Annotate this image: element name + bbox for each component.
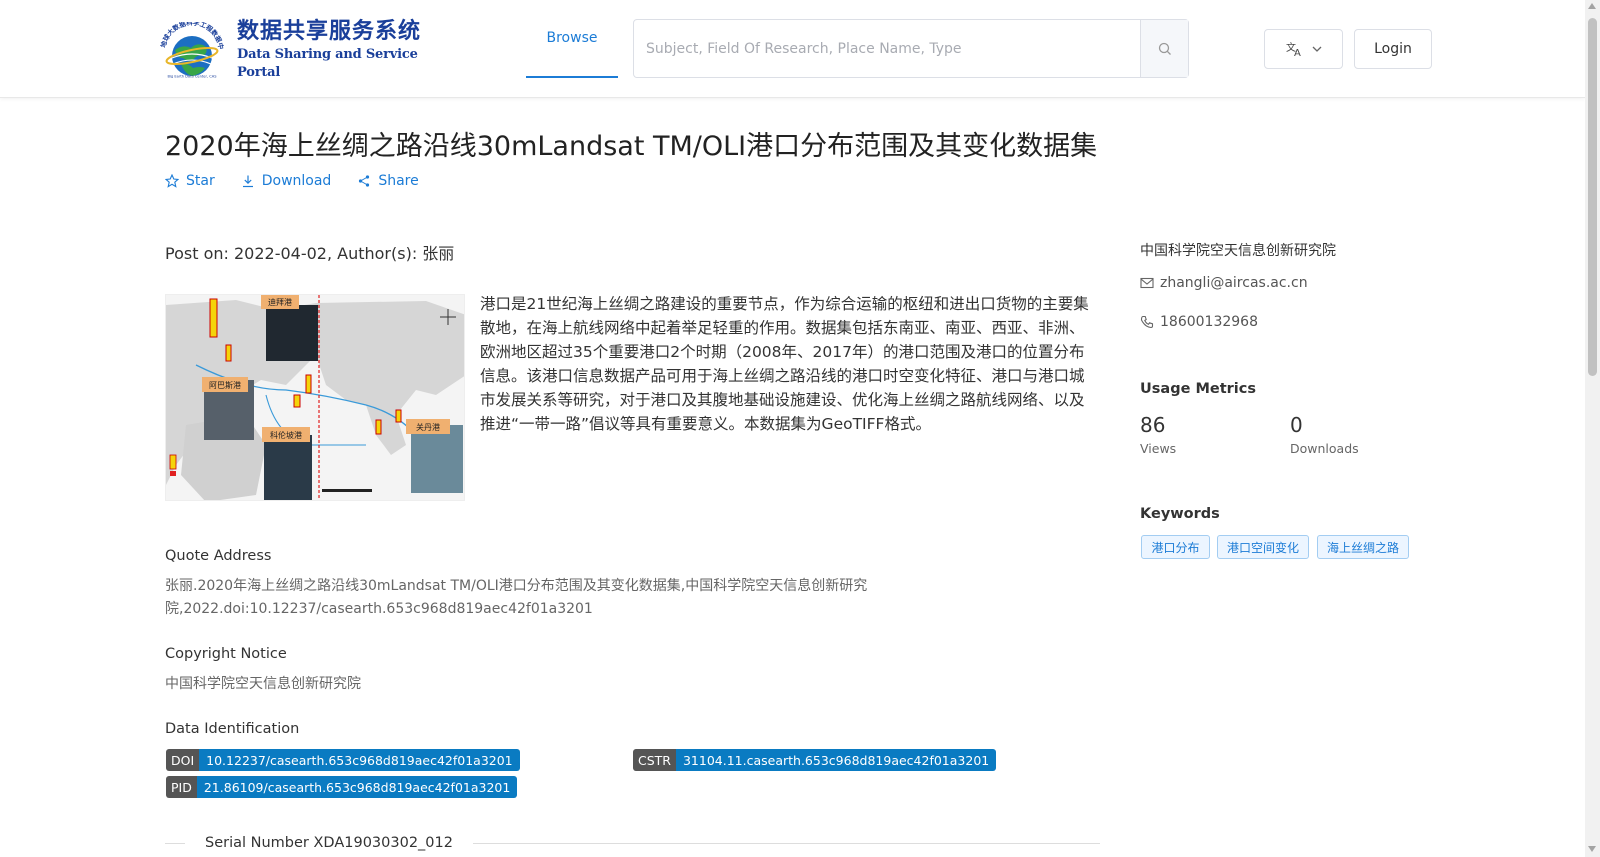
vertical-scrollbar[interactable] bbox=[1585, 0, 1600, 857]
downloads-metric: 0 Downloads bbox=[1290, 413, 1359, 456]
site-logo[interactable]: 地球大数据科学工程数据中心 Big Earth Data Center, CAS… bbox=[150, 15, 438, 80]
doi-badge[interactable]: DOI 10.12237/casearth.653c968d819aec42f0… bbox=[166, 749, 520, 771]
quote-address-title: Quote Address bbox=[165, 548, 272, 564]
download-button[interactable]: Download bbox=[241, 173, 332, 189]
search-bar bbox=[633, 19, 1189, 78]
svg-text:Big Earth Data Center, CAS: Big Earth Data Center, CAS bbox=[167, 75, 217, 79]
views-label: Views bbox=[1140, 441, 1177, 456]
pid-badge[interactable]: PID 21.86109/casearth.653c968d819aec42f0… bbox=[166, 776, 518, 798]
download-label: Download bbox=[261, 173, 332, 189]
quote-address-text: 张丽.2020年海上丝绸之路沿线30mLandsat TM/OLI港口分布范围及… bbox=[165, 575, 1065, 621]
top-navigation-bar: 地球大数据科学工程数据中心 Big Earth Data Center, CAS… bbox=[0, 0, 1585, 98]
pid-badge-key: PID bbox=[166, 776, 197, 798]
copyright-title: Copyright Notice bbox=[165, 646, 287, 662]
star-label: Star bbox=[186, 173, 215, 189]
share-icon bbox=[359, 175, 370, 187]
serial-number-divider: Serial Number XDA19030302_012 bbox=[165, 833, 1100, 853]
doi-badge-key: DOI bbox=[166, 749, 200, 771]
cstr-badge-key: CSTR bbox=[633, 749, 676, 771]
keyword-tag[interactable]: 港口分布 bbox=[1141, 535, 1210, 559]
copyright-text: 中国科学院空天信息创新研究院 bbox=[165, 676, 361, 692]
views-metric: 86 Views bbox=[1140, 413, 1176, 456]
translate-icon: 文 A bbox=[1286, 41, 1301, 57]
logo-chinese-title: 数据共享服务系统 bbox=[237, 19, 422, 44]
quote-address-line-2: 院,2022.doi:10.12237/casearth.653c968d819… bbox=[165, 601, 593, 617]
star-button[interactable]: Star bbox=[165, 173, 215, 189]
downloads-label: Downloads bbox=[1290, 441, 1359, 456]
data-identification-title: Data Identification bbox=[165, 721, 300, 737]
page-title: 2020年海上丝绸之路沿线30mLandsat TM/OLI港口分布范围及其变化… bbox=[165, 131, 1098, 162]
download-icon bbox=[242, 175, 253, 188]
quote-address-line-1: 张丽.2020年海上丝绸之路沿线30mLandsat TM/OLI港口分布范围及… bbox=[165, 578, 868, 594]
globe-logo-icon: 地球大数据科学工程数据中心 Big Earth Data Center, CAS bbox=[150, 15, 231, 79]
star-icon bbox=[165, 174, 179, 188]
dataset-thumbnail[interactable]: 迪拜港 阿巴斯港 科伦坡港 关丹港 bbox=[165, 294, 465, 501]
search-input[interactable] bbox=[634, 20, 1140, 77]
share-label: Share bbox=[378, 173, 419, 189]
divider-line-right bbox=[473, 842, 1100, 844]
keyword-tag[interactable]: 海上丝绸之路 bbox=[1317, 535, 1409, 559]
sidebar-organization: 中国科学院空天信息创新研究院 bbox=[1140, 243, 1336, 259]
login-button[interactable]: Login bbox=[1354, 29, 1432, 69]
pid-badge-value: 21.86109/casearth.653c968d819aec42f01a32… bbox=[196, 776, 518, 798]
keywords-title: Keywords bbox=[1140, 506, 1220, 522]
mail-icon bbox=[1140, 277, 1154, 289]
nav-browse-link[interactable]: Browse bbox=[526, 0, 618, 78]
cstr-badge[interactable]: CSTR 31104.11.casearth.653c968d819aec42f… bbox=[633, 749, 997, 771]
cstr-badge-value: 31104.11.casearth.653c968d819aec42f01a32… bbox=[675, 749, 997, 771]
thumbnail-label-kuantan: 关丹港 bbox=[416, 422, 440, 432]
phone-icon bbox=[1140, 315, 1154, 329]
logo-english-title: Data Sharing and Service Portal bbox=[237, 47, 418, 80]
chevron-down-icon bbox=[1312, 46, 1321, 52]
views-count: 86 bbox=[1140, 413, 1166, 437]
contact-phone: 18600132968 bbox=[1140, 314, 1258, 330]
search-button[interactable] bbox=[1140, 20, 1188, 77]
thumbnail-label-colombo: 科伦坡港 bbox=[270, 430, 302, 440]
thumbnail-label-abbas: 阿巴斯港 bbox=[209, 380, 241, 390]
scroll-up-arrow-icon[interactable] bbox=[1588, 3, 1596, 9]
divider-line-left bbox=[165, 842, 185, 844]
language-selector[interactable]: 文 A bbox=[1264, 29, 1343, 69]
scrollbar-thumb[interactable] bbox=[1588, 18, 1597, 376]
contact-phone-text: 18600132968 bbox=[1160, 314, 1258, 330]
search-icon bbox=[1158, 42, 1171, 55]
serial-number: Serial Number XDA19030302_012 bbox=[205, 835, 453, 851]
dataset-description: 港口是21世纪海上丝绸之路建设的重要节点，作为综合运输的枢纽和进出口货物的主要集… bbox=[480, 295, 1089, 433]
keyword-tag[interactable]: 港口空间变化 bbox=[1217, 535, 1309, 559]
dataset-actions: Star Download Share bbox=[165, 173, 419, 189]
post-info: Post on: 2022-04-02, Author(s): 张丽 bbox=[165, 244, 455, 263]
contact-email-text: zhangli@aircas.ac.cn bbox=[1160, 275, 1308, 291]
usage-metrics-title: Usage Metrics bbox=[1140, 381, 1256, 397]
thumbnail-label-dubai: 迪拜港 bbox=[268, 297, 292, 307]
scroll-down-arrow-icon[interactable] bbox=[1588, 846, 1596, 852]
downloads-count: 0 bbox=[1290, 413, 1303, 437]
doi-badge-value: 10.12237/casearth.653c968d819aec42f01a32… bbox=[199, 749, 520, 771]
svg-text:A: A bbox=[1294, 48, 1301, 57]
share-button[interactable]: Share bbox=[357, 173, 419, 189]
contact-email[interactable]: zhangli@aircas.ac.cn bbox=[1140, 275, 1308, 291]
